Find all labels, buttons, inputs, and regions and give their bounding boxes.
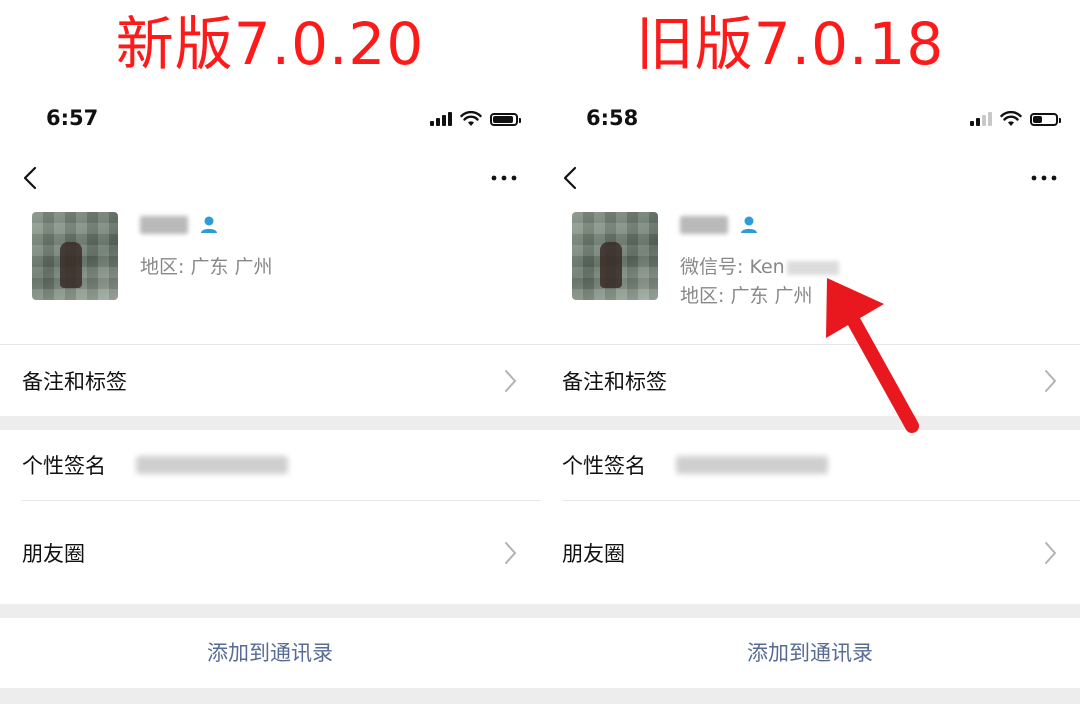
section-gap xyxy=(540,416,1080,430)
status-time: 6:57 xyxy=(46,106,99,130)
row-label: 朋友圈 xyxy=(562,542,625,566)
section-gap xyxy=(540,604,1080,618)
divider xyxy=(540,344,1080,345)
back-arrow-icon[interactable] xyxy=(18,164,46,192)
wechat-id-blurred xyxy=(786,260,839,275)
signal-icon xyxy=(970,112,992,126)
remark-tags-row[interactable]: 备注和标签 xyxy=(0,346,540,416)
wifi-icon xyxy=(460,111,482,126)
chevron-right-icon xyxy=(1045,370,1057,392)
status-time: 6:58 xyxy=(586,106,639,130)
signature-row: 个性签名 xyxy=(540,430,1080,500)
contact-person-icon xyxy=(741,216,757,233)
signal-icon xyxy=(430,112,452,126)
version-title: 新版7.0.20 xyxy=(115,10,425,78)
chevron-right-icon xyxy=(1045,542,1057,564)
add-to-contacts-button[interactable]: 添加到通讯录 xyxy=(0,618,540,688)
chevron-right-icon xyxy=(505,542,517,564)
row-label: 个性签名 xyxy=(22,454,106,478)
divider xyxy=(22,500,540,501)
divider xyxy=(0,344,540,345)
signature-blurred xyxy=(136,456,288,474)
row-label: 备注和标签 xyxy=(562,370,667,394)
section-gap xyxy=(540,688,1080,704)
divider xyxy=(562,500,1080,501)
moments-row[interactable]: 朋友圈 xyxy=(0,518,540,588)
wifi-icon xyxy=(1000,111,1022,126)
version-title: 旧版7.0.18 xyxy=(635,10,945,78)
section-gap xyxy=(0,688,540,704)
battery-icon xyxy=(490,112,521,126)
moments-row[interactable]: 朋友圈 xyxy=(540,518,1080,588)
battery-icon xyxy=(1030,112,1061,126)
section-gap xyxy=(0,604,540,618)
region-text: 地区: 广东 广州 xyxy=(140,256,273,278)
wechat-id-text: 微信号: Ken xyxy=(680,256,785,278)
wechat-id-line: 微信号: Ken xyxy=(680,252,839,279)
old-version-panel: 旧版7.0.18 6:58 微信号: Ken 地区: 广东 广州 备注和标签 个… xyxy=(540,0,1080,704)
region-text: 地区: 广东 广州 xyxy=(680,285,813,307)
new-version-panel: 新版7.0.20 6:57 地区: 广东 广州 备注和标签 个性签名 朋友圈 添… xyxy=(0,0,540,704)
add-to-contacts-button[interactable]: 添加到通讯录 xyxy=(540,618,1080,688)
row-label: 个性签名 xyxy=(562,454,646,478)
chevron-right-icon xyxy=(505,370,517,392)
signature-row: 个性签名 xyxy=(0,430,540,500)
more-dots-icon[interactable] xyxy=(490,170,518,186)
back-arrow-icon[interactable] xyxy=(558,164,586,192)
row-label: 朋友圈 xyxy=(22,542,85,566)
more-dots-icon[interactable] xyxy=(1030,170,1058,186)
row-label: 备注和标签 xyxy=(22,370,127,394)
status-icons xyxy=(430,108,521,130)
avatar[interactable] xyxy=(32,212,118,300)
avatar[interactable] xyxy=(572,212,658,300)
section-gap xyxy=(0,416,540,430)
signature-blurred xyxy=(676,456,828,474)
remark-tags-row[interactable]: 备注和标签 xyxy=(540,346,1080,416)
nickname-blurred xyxy=(140,216,188,234)
nickname-blurred xyxy=(680,216,728,234)
status-icons xyxy=(970,108,1061,130)
contact-person-icon xyxy=(201,216,217,233)
